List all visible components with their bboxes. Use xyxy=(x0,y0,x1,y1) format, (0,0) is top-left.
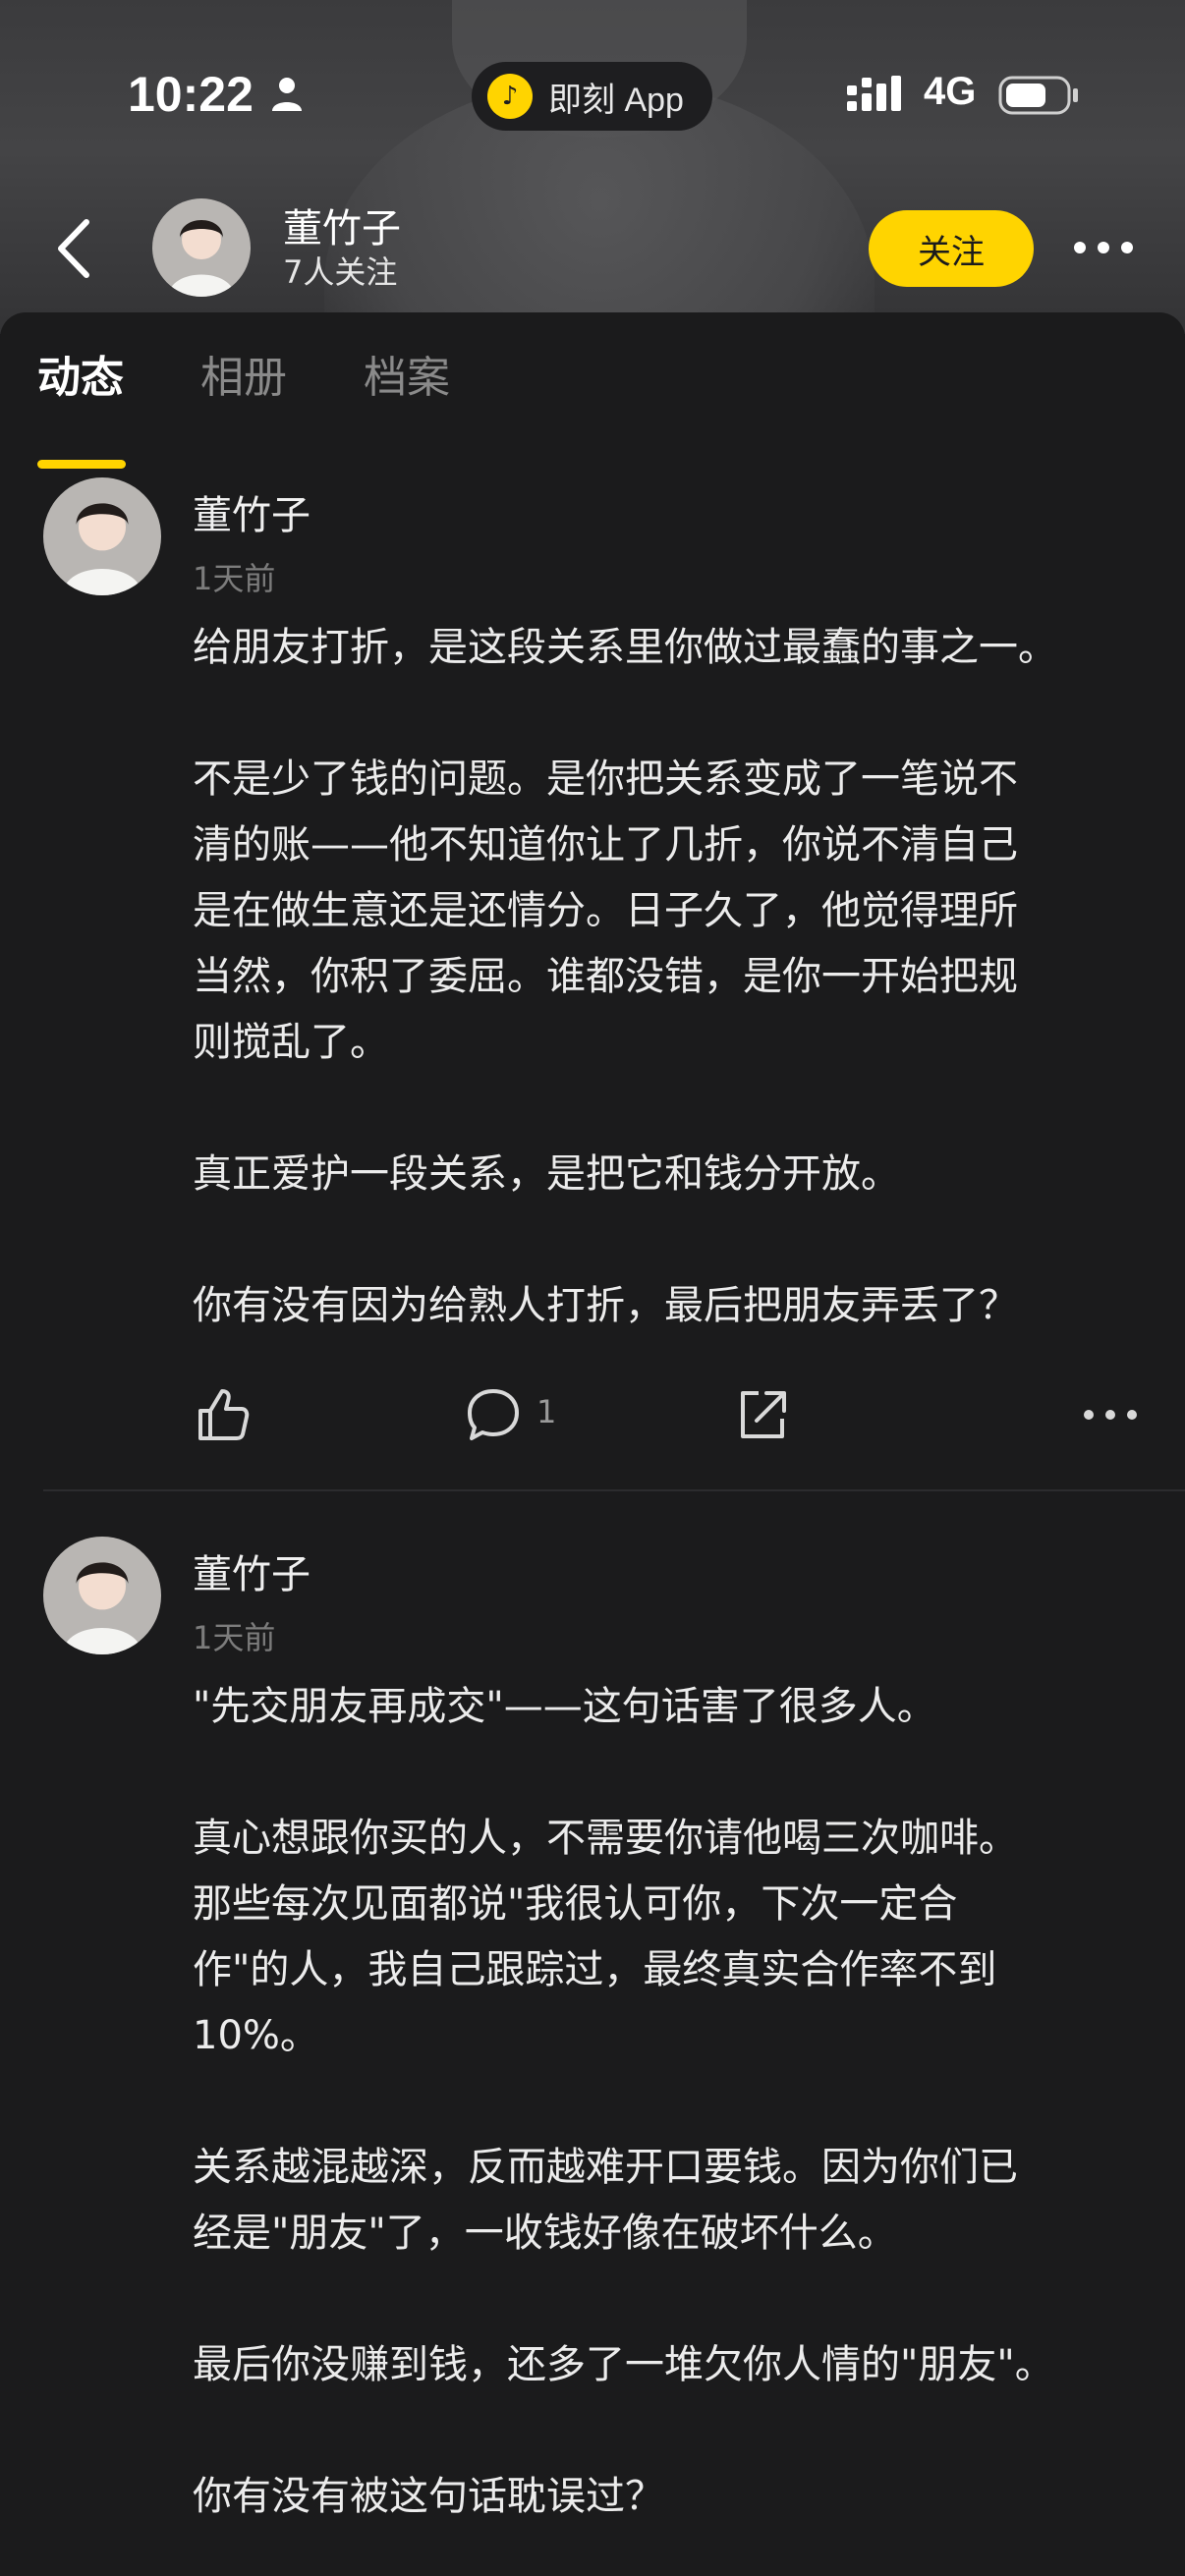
tab-bar: 动态 相册 档案 xyxy=(0,342,1185,469)
content-sheet: 动态 相册 档案 董竹子 1天前 给朋友打折，是这段关系里你做过最蠢的事之一。 … xyxy=(0,312,1185,2576)
like-icon[interactable] xyxy=(193,1385,252,1444)
tab-profile[interactable]: 档案 xyxy=(364,342,450,405)
tab-indicator xyxy=(37,460,126,469)
post-author[interactable]: 董竹子 xyxy=(193,1542,310,1599)
more-icon[interactable] xyxy=(1071,228,1136,267)
tab-posts[interactable]: 动态 xyxy=(37,342,124,405)
app-pill[interactable]: ♪ 即刻 App xyxy=(472,62,712,131)
jike-logo-icon: ♪ xyxy=(487,74,533,119)
post-text: "先交朋友再成交"——这句话害了很多人。 真心想跟你买的人，不需要你请他喝三次咖… xyxy=(193,1674,1146,2530)
post-paragraph: 最后你没赚到钱，还多了一堆欠你人情的"朋友"。 xyxy=(193,2342,1054,2387)
post-actions: 1 xyxy=(0,1385,1185,1454)
person-icon xyxy=(267,74,307,113)
post-paragraph: "先交朋友再成交"——这句话害了很多人。 xyxy=(193,1684,936,1729)
profile-nav-bar: 董竹子 7人关注 关注 xyxy=(0,187,1185,314)
follow-button[interactable]: 关注 xyxy=(869,210,1034,287)
post-author[interactable]: 董竹子 xyxy=(193,483,310,540)
more-icon[interactable] xyxy=(1081,1385,1140,1444)
post-divider xyxy=(43,1489,1185,1491)
profile-page: 10:22 ♪ 即刻 App 4G 董竹子 7人关注 关注 动态 相册 档案 董… xyxy=(0,0,1185,2576)
post-paragraph: 不是少了钱的问题。是你把关系变成了一笔说不 清的账——他不知道你让了几折，你说不… xyxy=(193,756,1018,1065)
app-pill-label: 即刻 App xyxy=(548,81,684,119)
clock: 10:22 xyxy=(128,67,254,122)
avatar[interactable] xyxy=(43,1537,161,1654)
post-paragraph: 真正爱护一段关系，是把它和钱分开放。 xyxy=(193,1151,900,1197)
comment-count: 1 xyxy=(536,1393,557,1430)
comment-icon[interactable] xyxy=(464,1385,523,1444)
post-paragraph: 给朋友打折，是这段关系里你做过最蠢的事之一。 xyxy=(193,625,1057,670)
post-paragraph: 你有没有因为给熟人打折，最后把朋友弄丢了？ xyxy=(193,1283,1018,1328)
follower-count[interactable]: 7人关注 xyxy=(283,248,397,293)
avatar[interactable] xyxy=(43,477,161,595)
back-icon[interactable] xyxy=(49,214,98,283)
network-type: 4G xyxy=(924,70,977,113)
signal-icon xyxy=(847,76,906,117)
battery-icon xyxy=(998,74,1081,117)
tab-album[interactable]: 相册 xyxy=(200,342,287,405)
post-paragraph: 真心想跟你买的人，不需要你请他喝三次咖啡。 那些每次见面都说"我很认可你，下次一… xyxy=(193,1816,1018,2058)
profile-name: 董竹子 xyxy=(283,206,401,252)
post-time: 1天前 xyxy=(193,560,276,597)
post-paragraph: 你有没有被这句话耽误过？ xyxy=(193,2474,664,2519)
post-paragraph: 关系越混越深，反而越难开口要钱。因为你们已 经是"朋友"了，一收钱好像在破坏什么… xyxy=(193,2145,1018,2256)
share-icon[interactable] xyxy=(733,1385,792,1444)
post-text: 给朋友打折，是这段关系里你做过最蠢的事之一。 不是少了钱的问题。是你把关系变成了… xyxy=(193,615,1146,1339)
post-time: 1天前 xyxy=(193,1619,276,1656)
avatar[interactable] xyxy=(152,198,251,297)
status-bar: 10:22 ♪ 即刻 App 4G xyxy=(0,54,1185,142)
